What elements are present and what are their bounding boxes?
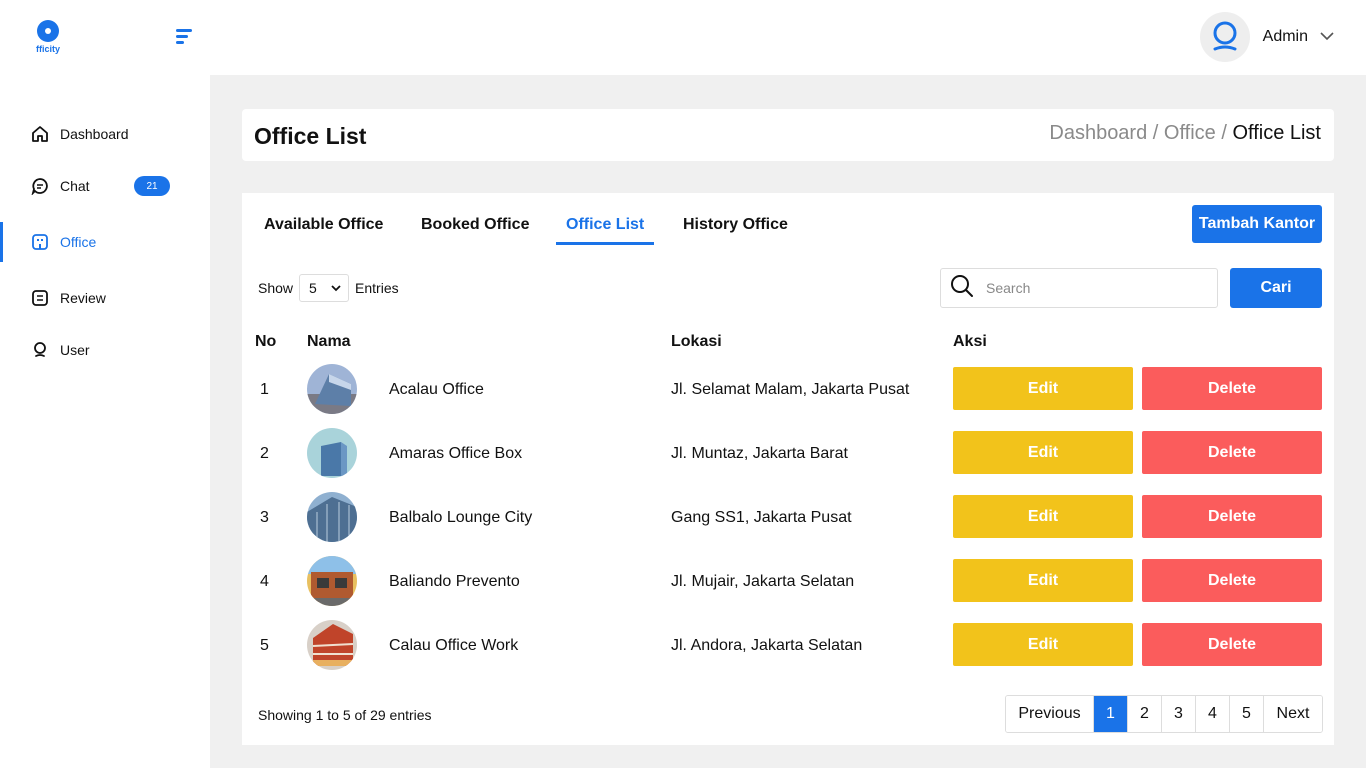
sidebar-item-label: Dashboard — [60, 126, 129, 142]
row-number: 4 — [260, 573, 269, 590]
entries-label: Entries — [355, 280, 399, 296]
delete-button[interactable]: Delete — [1142, 495, 1322, 538]
table-row: 3 Balbalo Lounge City Gang SS1, Jakarta … — [242, 492, 1334, 556]
table-row: 2 Amaras Office Box Jl. Muntaz, Jakarta … — [242, 428, 1334, 492]
user-name: Admin — [1262, 28, 1308, 45]
show-label: Show — [258, 280, 294, 296]
edit-button[interactable]: Edit — [953, 495, 1133, 538]
menu-toggle-icon[interactable] — [176, 29, 194, 47]
entries-value: 5 — [309, 280, 317, 296]
office-location: Jl. Mujair, Jakarta Selatan — [671, 573, 855, 590]
edit-button[interactable]: Edit — [953, 431, 1133, 474]
delete-button[interactable]: Delete — [1142, 431, 1322, 474]
sidebar-item-label: User — [60, 342, 90, 358]
chevron-down-icon — [330, 281, 342, 297]
breadcrumb-dashboard[interactable]: Dashboard — [1049, 122, 1147, 144]
breadcrumb-office[interactable]: Office — [1164, 122, 1216, 144]
chat-count-badge: 21 — [134, 176, 170, 196]
office-thumbnail — [307, 364, 357, 414]
sidebar-item-office[interactable]: Office — [0, 212, 210, 272]
pagination-page-3[interactable]: 3 — [1162, 696, 1196, 732]
edit-button[interactable]: Edit — [953, 559, 1133, 602]
row-number: 1 — [260, 381, 269, 398]
office-name: Calau Office Work — [389, 637, 519, 654]
table-row: 5 Calau Office Work Jl. Andora, Jakarta … — [242, 620, 1334, 684]
column-header-nama: Nama — [307, 333, 351, 350]
sidebar-item-label: Chat — [60, 178, 90, 194]
user-icon — [31, 341, 49, 359]
pagination: Previous 1 2 3 4 5 Next — [1005, 695, 1323, 733]
office-thumbnail — [307, 428, 357, 478]
edit-button[interactable]: Edit — [953, 623, 1133, 666]
office-name: Acalau Office — [389, 381, 484, 398]
sidebar-item-label: Review — [60, 290, 106, 306]
tab-office-list[interactable]: Office List — [555, 216, 655, 245]
breadcrumb: Dashboard / Office / Office List — [1049, 122, 1321, 145]
edit-button[interactable]: Edit — [953, 367, 1133, 410]
office-icon — [31, 233, 49, 251]
pagination-next[interactable]: Next — [1264, 696, 1322, 732]
top-header: Admin — [210, 0, 1366, 75]
tab-booked-office[interactable]: Booked Office — [421, 216, 529, 234]
office-name: Amaras Office Box — [389, 445, 523, 462]
home-icon — [31, 125, 49, 143]
search-icon — [950, 274, 974, 303]
pagination-page-5[interactable]: 5 — [1230, 696, 1264, 732]
column-header-lokasi: Lokasi — [671, 333, 722, 350]
breadcrumb-separator: / — [1215, 122, 1233, 144]
office-location: Jl. Muntaz, Jakarta Barat — [671, 445, 848, 462]
row-number: 3 — [260, 509, 269, 526]
tab-history-office[interactable]: History Office — [683, 216, 788, 234]
table-row: 4 Baliando Prevento Jl. Mujair, Jakarta … — [242, 556, 1334, 620]
column-header-aksi: Aksi — [953, 333, 987, 350]
pagination-page-1[interactable]: 1 — [1094, 696, 1128, 732]
chevron-down-icon[interactable] — [1320, 28, 1334, 46]
pagination-previous[interactable]: Previous — [1006, 696, 1094, 732]
sidebar-item-user[interactable]: User — [0, 324, 210, 376]
pagination-page-4[interactable]: 4 — [1196, 696, 1230, 732]
column-header-no: No — [255, 333, 277, 350]
pagination-page-2[interactable]: 2 — [1128, 696, 1162, 732]
office-name: Baliando Prevento — [389, 573, 520, 590]
logo-text: fficity — [35, 44, 60, 54]
entries-select[interactable]: 5 — [299, 274, 350, 302]
office-list-card: Available Office Booked Office Office Li… — [242, 193, 1334, 745]
search-button[interactable]: Cari — [1230, 268, 1322, 308]
office-thumbnail — [307, 620, 357, 670]
page-header-card: Office List Dashboard / Office / Office … — [242, 109, 1334, 161]
search-box[interactable] — [940, 268, 1218, 308]
office-location: Gang SS1, Jakarta Pusat — [671, 509, 852, 526]
office-location: Jl. Selamat Malam, Jakarta Pusat — [671, 381, 910, 398]
table-row: 1 Acalau Office Jl. Selamat Malam, Jakar… — [242, 364, 1334, 428]
sidebar-nav: Dashboard Chat 21 Office Review User — [0, 108, 210, 376]
avatar — [1199, 12, 1250, 62]
review-icon — [31, 289, 49, 307]
entries-control: Show 5 Entries — [258, 274, 399, 302]
delete-button[interactable]: Delete — [1142, 559, 1322, 602]
sidebar-item-review[interactable]: Review — [0, 272, 210, 324]
add-office-button[interactable]: Tambah Kantor — [1192, 205, 1322, 243]
sidebar: fficity Dashboard Chat 21 Office Review … — [0, 0, 210, 768]
delete-button[interactable]: Delete — [1142, 367, 1322, 410]
office-name: Balbalo Lounge City — [389, 509, 533, 526]
page-title: Office List — [254, 123, 367, 149]
breadcrumb-separator: / — [1147, 122, 1164, 144]
office-thumbnail — [307, 492, 357, 542]
sidebar-item-label: Office — [60, 234, 97, 250]
chat-icon — [31, 177, 49, 195]
delete-button[interactable]: Delete — [1142, 623, 1322, 666]
tab-available-office[interactable]: Available Office — [264, 216, 383, 234]
logo-mark — [37, 20, 59, 42]
table-info: Showing 1 to 5 of 29 entries — [258, 707, 432, 723]
sidebar-item-chat[interactable]: Chat 21 — [0, 160, 210, 212]
sidebar-item-dashboard[interactable]: Dashboard — [0, 108, 210, 160]
office-location: Jl. Andora, Jakarta Selatan — [671, 637, 863, 654]
row-number: 5 — [260, 637, 269, 654]
search-input[interactable] — [986, 280, 1206, 296]
profile-menu[interactable]: Admin — [1199, 12, 1334, 62]
row-number: 2 — [260, 445, 269, 462]
office-thumbnail — [307, 556, 357, 606]
breadcrumb-current: Office List — [1232, 122, 1321, 144]
app-logo[interactable]: fficity — [30, 20, 66, 54]
